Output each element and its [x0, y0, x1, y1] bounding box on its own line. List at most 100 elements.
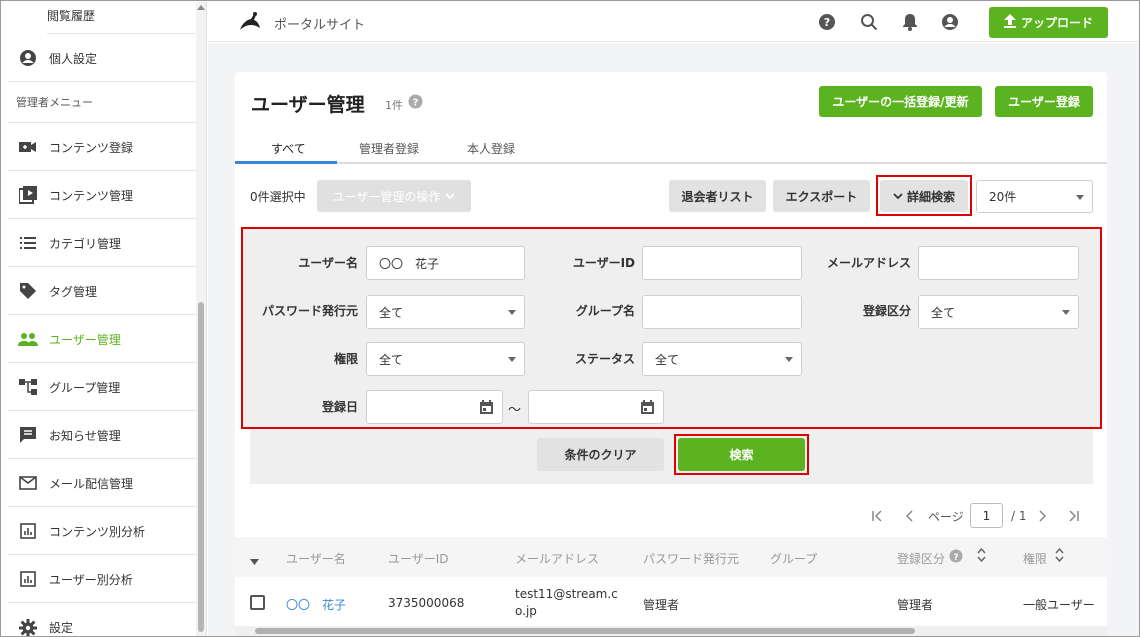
- column-header-password-issuer[interactable]: パスワード発行元: [643, 550, 739, 567]
- permission-select[interactable]: 全て: [366, 342, 525, 376]
- mail-icon: [17, 472, 39, 494]
- column-header-email[interactable]: メールアドレス: [515, 550, 599, 567]
- sidebar-item-personal-settings[interactable]: 個人設定: [8, 35, 196, 82]
- tab-admin-registered[interactable]: 管理者登録: [359, 140, 419, 157]
- search-icon[interactable]: [858, 11, 880, 33]
- group-tree-icon: [17, 376, 39, 398]
- first-page-icon[interactable]: [871, 504, 883, 528]
- sidebar-item-group[interactable]: グループ管理: [8, 364, 196, 411]
- calendar-icon[interactable]: [640, 400, 655, 418]
- sidebar-item-history[interactable]: 閲覧履歴: [47, 2, 195, 34]
- sidebar-item-content-register[interactable]: コンテンツ登録: [8, 124, 196, 171]
- row-email-line1: test11@stream.c: [515, 587, 618, 601]
- username-field[interactable]: 〇〇 花子: [366, 246, 525, 280]
- site-logo-icon[interactable]: [238, 10, 262, 34]
- sidebar-item-label: コンテンツ管理: [49, 188, 134, 203]
- page-number-input[interactable]: 1: [970, 503, 1003, 528]
- chevron-down-icon: [508, 310, 516, 315]
- register-user-button[interactable]: ユーザー登録: [995, 86, 1093, 117]
- column-header-group[interactable]: グループ: [770, 550, 817, 567]
- row-password-issuer: 管理者: [643, 598, 680, 612]
- registration-type-label: 登録区分: [862, 304, 911, 318]
- sidebar-item-label: コンテンツ登録: [49, 140, 134, 155]
- sidebar-item-announcement[interactable]: お知らせ管理: [8, 412, 196, 459]
- column-header-userid[interactable]: ユーザーID: [388, 550, 449, 567]
- column-header-registration-type[interactable]: 登録区分: [897, 550, 945, 567]
- sidebar-scrollbar[interactable]: [196, 2, 206, 636]
- sidebar-item-user-manage[interactable]: ユーザー管理: [8, 316, 196, 363]
- prev-page-icon[interactable]: [905, 504, 915, 528]
- help-icon[interactable]: ?: [816, 11, 838, 33]
- registration-type-value: 全て: [931, 305, 956, 320]
- registration-date-to[interactable]: [528, 390, 664, 424]
- sidebar: 閲覧履歴 個人設定 管理者メニュー コンテンツ登録 コンテンツ管理 カテゴリ管理: [2, 2, 207, 636]
- sidebar-item-label: タグ管理: [49, 284, 98, 299]
- upload-button[interactable]: アップロード: [989, 7, 1108, 38]
- password-issuer-label: パスワード発行元: [261, 304, 358, 318]
- bell-icon[interactable]: [899, 11, 921, 33]
- date-range-separator: ～: [508, 403, 522, 418]
- next-page-icon[interactable]: [1037, 504, 1047, 528]
- registration-date-from[interactable]: [366, 390, 503, 424]
- page-label: ページ: [928, 509, 964, 524]
- sidebar-item-tag[interactable]: タグ管理: [8, 268, 196, 315]
- last-page-icon[interactable]: [1068, 504, 1080, 528]
- list-icon: [17, 232, 39, 254]
- userid-field[interactable]: [642, 246, 802, 280]
- sidebar-item-label: お知らせ管理: [49, 428, 121, 443]
- app-window: 閲覧履歴 個人設定 管理者メニュー コンテンツ登録 コンテンツ管理 カテゴリ管理: [0, 0, 1140, 637]
- export-button[interactable]: エクスポート: [773, 180, 870, 212]
- video-library-icon: [17, 184, 39, 206]
- user-operations-label: ユーザー管理の操作: [332, 189, 441, 204]
- withdrawn-list-button[interactable]: 退会者リスト: [669, 180, 766, 212]
- sidebar-item-settings[interactable]: 設定: [8, 604, 196, 636]
- sidebar-item-category[interactable]: カテゴリ管理: [8, 220, 196, 267]
- per-page-select[interactable]: 20件: [976, 180, 1093, 213]
- status-select[interactable]: 全て: [642, 342, 802, 376]
- highlight-search-button: [674, 434, 809, 475]
- group-name-field[interactable]: [642, 295, 802, 329]
- sidebar-item-label: メール配信管理: [49, 476, 134, 491]
- help-icon[interactable]: ?: [949, 549, 963, 566]
- column-header-username[interactable]: ユーザー名: [286, 550, 346, 567]
- row-checkbox[interactable]: [250, 595, 265, 610]
- admin-menu-heading: 管理者メニュー: [8, 83, 196, 123]
- sort-icon[interactable]: [1055, 547, 1064, 566]
- clear-conditions-button[interactable]: 条件のクリア: [537, 438, 664, 471]
- status-label: ステータス: [574, 352, 635, 366]
- chevron-down-icon: [1062, 310, 1070, 315]
- page-number-value: 1: [982, 508, 991, 523]
- calendar-icon[interactable]: [479, 400, 494, 418]
- sidebar-item-label: ユーザー別分析: [49, 572, 133, 587]
- sidebar-item-mail[interactable]: メール配信管理: [8, 460, 196, 507]
- email-field[interactable]: [918, 246, 1079, 280]
- userid-label: ユーザーID: [572, 256, 635, 270]
- row-permission: 一般ユーザー: [1023, 598, 1095, 612]
- scroll-up-icon[interactable]: [197, 5, 205, 10]
- user-count: 1件: [385, 99, 403, 112]
- registration-date-label: 登録日: [321, 400, 358, 414]
- horizontal-scroll-thumb[interactable]: [255, 628, 915, 634]
- select-all-dropdown-icon[interactable]: [250, 554, 259, 568]
- registration-type-select[interactable]: 全て: [918, 295, 1079, 329]
- password-issuer-select[interactable]: 全て: [366, 295, 525, 329]
- sidebar-item-user-analytics[interactable]: ユーザー別分析: [8, 556, 196, 603]
- site-title[interactable]: ポータルサイト: [274, 14, 365, 33]
- sidebar-item-content-analytics[interactable]: コンテンツ別分析: [8, 508, 196, 555]
- sidebar-item-content-manage[interactable]: コンテンツ管理: [8, 172, 196, 219]
- status-value: 全て: [655, 352, 680, 367]
- chevron-down-icon: [508, 357, 516, 362]
- account-circle-icon[interactable]: [939, 11, 961, 33]
- tab-self-registered[interactable]: 本人登録: [467, 140, 515, 157]
- tab-all[interactable]: すべて: [271, 140, 306, 157]
- bulk-register-button[interactable]: ユーザーの一括登録/更新: [819, 86, 982, 117]
- help-icon[interactable]: ?: [408, 94, 423, 112]
- sort-icon[interactable]: [977, 547, 986, 566]
- sidebar-item-label: カテゴリ管理: [49, 236, 122, 251]
- user-operations-dropdown: ユーザー管理の操作: [317, 180, 471, 212]
- sidebar-scroll-thumb[interactable]: [198, 302, 204, 632]
- horizontal-scrollbar[interactable]: [235, 626, 1107, 636]
- row-username-link[interactable]: 〇〇 花子: [286, 596, 346, 613]
- column-header-permission[interactable]: 権限: [1023, 550, 1047, 567]
- sidebar-item-label: 閲覧履歴: [47, 9, 96, 23]
